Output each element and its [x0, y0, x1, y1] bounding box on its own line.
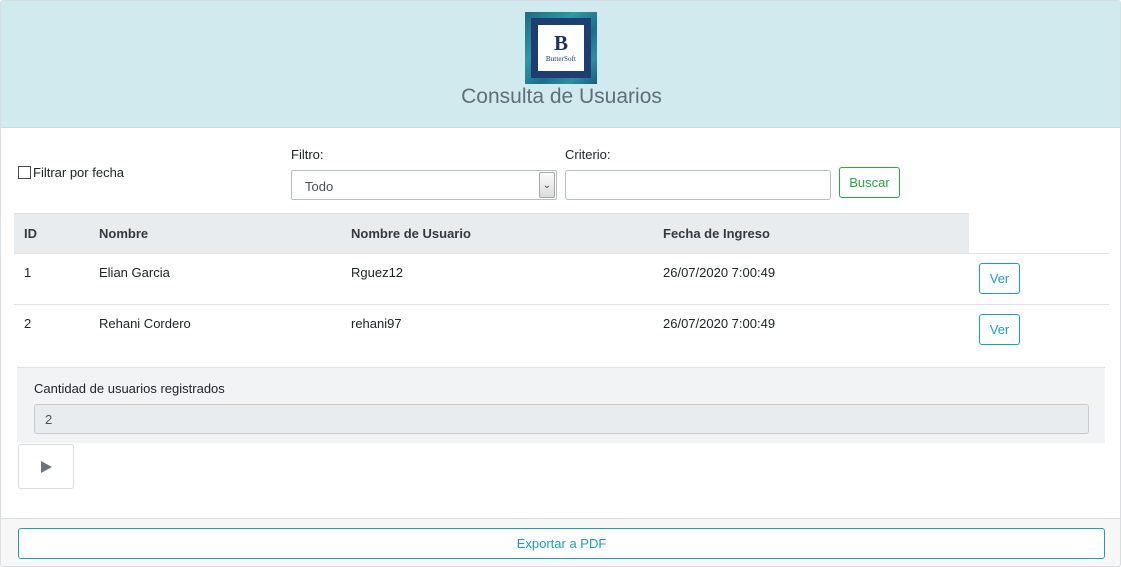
- criterio-input[interactable]: [565, 170, 831, 200]
- cell-fecha: 26/07/2020 7:00:49: [663, 265, 776, 280]
- user-count-value: 2: [45, 412, 53, 427]
- chevron-down-icon[interactable]: ⌄: [539, 172, 555, 198]
- filtro-select[interactable]: Todo ⌄: [291, 170, 557, 200]
- column-header-usuario: Nombre de Usuario: [351, 226, 471, 241]
- app-window: B ButterSoft Consulta de Usuarios Filtra…: [0, 0, 1121, 567]
- column-header-fecha: Fecha de Ingreso: [663, 226, 770, 241]
- user-count-field: 2: [34, 404, 1089, 434]
- logo-brand: ButterSoft: [545, 55, 577, 63]
- buttersoft-logo: B ButterSoft: [525, 12, 597, 84]
- filtro-label: Filtro:: [291, 147, 324, 162]
- logo-inner: B ButterSoft: [538, 25, 584, 71]
- export-pdf-button[interactable]: Exportar a PDF: [18, 528, 1105, 559]
- cell-nombre: Rehani Cordero: [99, 316, 191, 331]
- search-button[interactable]: Buscar: [839, 167, 900, 198]
- play-icon: [40, 460, 52, 473]
- row-divider: [14, 253, 1109, 254]
- date-filter-toggle[interactable]: Filtrar por fecha: [18, 165, 124, 180]
- cell-usuario: rehani97: [351, 316, 402, 331]
- cell-fecha: 26/07/2020 7:00:49: [663, 316, 776, 331]
- row-divider: [14, 304, 1109, 305]
- date-filter-checkbox[interactable]: [18, 166, 31, 179]
- play-button[interactable]: [18, 444, 74, 489]
- view-button[interactable]: Ver: [979, 314, 1020, 345]
- table-header: ID Nombre Nombre de Usuario Fecha de Ing…: [14, 213, 969, 253]
- cell-usuario: Rguez12: [351, 265, 404, 280]
- column-header-id: ID: [24, 226, 37, 241]
- cell-nombre: Elian Garcia: [99, 265, 170, 280]
- logo-letter: B: [553, 31, 568, 55]
- date-filter-label: Filtrar por fecha: [33, 165, 125, 180]
- page-title: Consulta de Usuarios: [461, 85, 662, 108]
- cell-id: 2: [24, 316, 32, 331]
- filtro-selected-value: Todo: [305, 179, 334, 194]
- page-header: B ButterSoft Consulta de Usuarios: [1, 1, 1120, 128]
- user-count-label: Cantidad de usuarios registrados: [34, 381, 225, 396]
- column-header-nombre: Nombre: [99, 226, 149, 241]
- cell-id: 1: [24, 265, 32, 280]
- view-button[interactable]: Ver: [979, 263, 1020, 294]
- user-count-card: Cantidad de usuarios registrados 2: [17, 367, 1105, 443]
- criterio-label: Criterio:: [565, 147, 611, 162]
